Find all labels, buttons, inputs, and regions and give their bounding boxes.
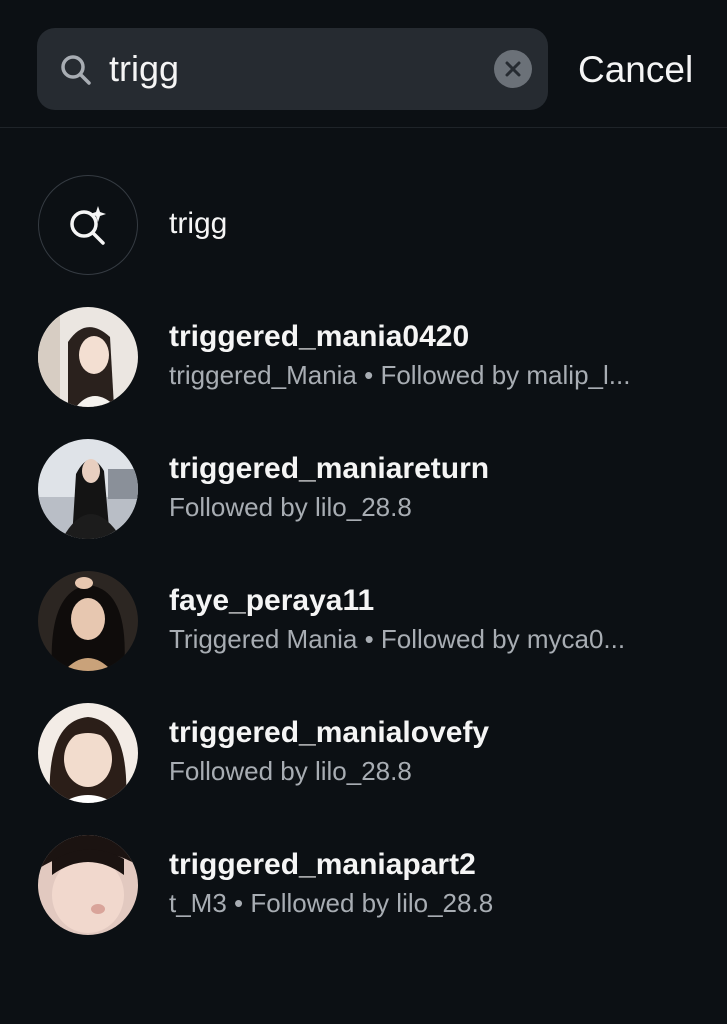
search-sparkle-icon — [70, 206, 106, 245]
header-divider — [0, 127, 727, 128]
avatar — [38, 571, 138, 671]
keyword-suggestion-row[interactable]: trigg — [0, 165, 727, 285]
result-row[interactable]: triggered_maniareturn Followed by lilo_2… — [0, 429, 727, 549]
result-row[interactable]: faye_peraya11 Triggered Mania • Followed… — [0, 561, 727, 681]
result-username: faye_peraya11 — [169, 584, 375, 617]
clear-search-button[interactable] — [494, 50, 532, 88]
cancel-button[interactable]: Cancel — [578, 48, 693, 92]
result-username: triggered_mania0420 — [169, 320, 470, 353]
avatar — [38, 835, 138, 935]
result-row[interactable]: triggered_manialovefy Followed by lilo_2… — [0, 693, 727, 813]
result-subtitle: Followed by lilo_28.8 — [169, 492, 412, 522]
search-screen: trigg Cancel trigg triggered_mania0420 t… — [0, 0, 727, 1024]
result-subtitle: triggered_Mania • Followed by malip_l... — [169, 360, 631, 390]
search-query[interactable]: trigg — [109, 48, 179, 90]
result-row[interactable]: triggered_mania0420 triggered_Mania • Fo… — [0, 297, 727, 417]
avatar — [38, 703, 138, 803]
result-username: triggered_maniapart2 — [169, 848, 476, 881]
result-row[interactable]: triggered_maniapart2 t_M3 • Followed by … — [0, 825, 727, 945]
result-subtitle: Followed by lilo_28.8 — [169, 756, 412, 786]
search-input[interactable]: trigg — [37, 28, 548, 110]
suggestion-text: trigg — [169, 207, 228, 240]
result-subtitle: Triggered Mania • Followed by myca0... — [169, 624, 626, 654]
result-username: triggered_manialovefy — [169, 716, 490, 749]
close-icon — [505, 61, 521, 77]
result-username: triggered_maniareturn — [169, 452, 490, 485]
avatar — [38, 439, 138, 539]
search-icon — [61, 55, 91, 85]
suggestion-icon-circle — [38, 175, 138, 275]
result-subtitle: t_M3 • Followed by lilo_28.8 — [169, 888, 494, 918]
avatar — [38, 307, 138, 407]
